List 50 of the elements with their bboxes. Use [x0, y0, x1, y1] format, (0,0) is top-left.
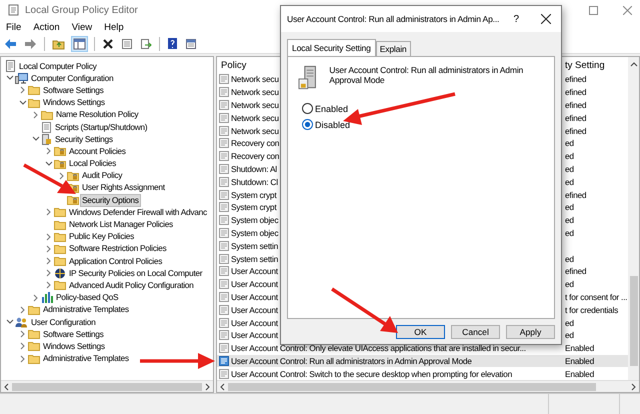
- policy-name: User Account Control: Switch to the secure desktop when prompting for elevation: [231, 368, 512, 379]
- policy-name: System objec: [231, 215, 278, 226]
- policy-name: System settin: [231, 240, 278, 251]
- policy-description: User Account Control: Run all administrators in Admin Approval Mode: [329, 65, 524, 85]
- security-setting: ed: [565, 330, 574, 340]
- policy-name: Recovery con: [231, 138, 280, 148]
- security-setting: ed: [565, 151, 574, 162]
- dialog-title: User Account Control: Run all administrators in Admin Ap...: [287, 14, 500, 24]
- policy-name: User Account: [231, 304, 278, 315]
- policy-name: User Account: [231, 266, 278, 276]
- security-setting: ed: [565, 254, 574, 264]
- policy-name: System crypt: [231, 202, 276, 212]
- security-setting: ed: [565, 318, 574, 328]
- security-setting: ed: [565, 228, 574, 238]
- security-setting: efined: [565, 266, 586, 276]
- security-setting: ed: [565, 176, 574, 187]
- security-setting: ed: [565, 215, 574, 226]
- policy-name: Shutdown: Cl: [231, 176, 278, 187]
- security-setting: ed: [565, 279, 574, 290]
- security-setting: ed: [565, 202, 574, 212]
- security-setting: t for consent for ...: [565, 292, 628, 302]
- policy-name: User Account Control: Only elevate UIAccess applications that are installed in secur...: [231, 343, 526, 354]
- policy-name: User Account: [231, 292, 278, 302]
- security-setting: Enabled: [565, 368, 594, 379]
- policy-name: System settin: [231, 254, 278, 264]
- security-setting: efined: [565, 87, 586, 98]
- policy-name: Network secu: [231, 87, 279, 98]
- security-setting: efined: [565, 74, 586, 84]
- policy-name: Network secu: [231, 74, 279, 84]
- security-setting: efined: [565, 112, 586, 123]
- policy-name: User Account: [231, 318, 278, 328]
- policy-name: System crypt: [231, 190, 276, 200]
- security-setting: ed: [565, 138, 574, 148]
- policy-name: System objec: [231, 228, 278, 238]
- window-title: Local Group Policy Editor: [25, 4, 138, 16]
- policy-name: Network secu: [231, 112, 279, 123]
- policy-name: Shutdown: Al: [231, 164, 277, 174]
- security-setting: Enabled: [565, 343, 594, 354]
- policy-name: Network secu: [231, 100, 279, 110]
- security-setting: t for credentials: [565, 304, 618, 315]
- security-setting: ed: [565, 164, 574, 174]
- security-setting: efined: [565, 126, 586, 136]
- policy-name: Network secu: [231, 126, 279, 136]
- security-setting: efined: [565, 100, 586, 110]
- policy-name: User Account Control: Run all administrators in Admin Approval Mode: [231, 356, 472, 366]
- policy-name: User Account: [231, 330, 278, 340]
- policy-name: Recovery con: [231, 151, 280, 162]
- security-setting: efined: [565, 190, 586, 200]
- policy-name: User Account: [231, 279, 278, 290]
- security-setting: Enabled: [565, 356, 594, 366]
